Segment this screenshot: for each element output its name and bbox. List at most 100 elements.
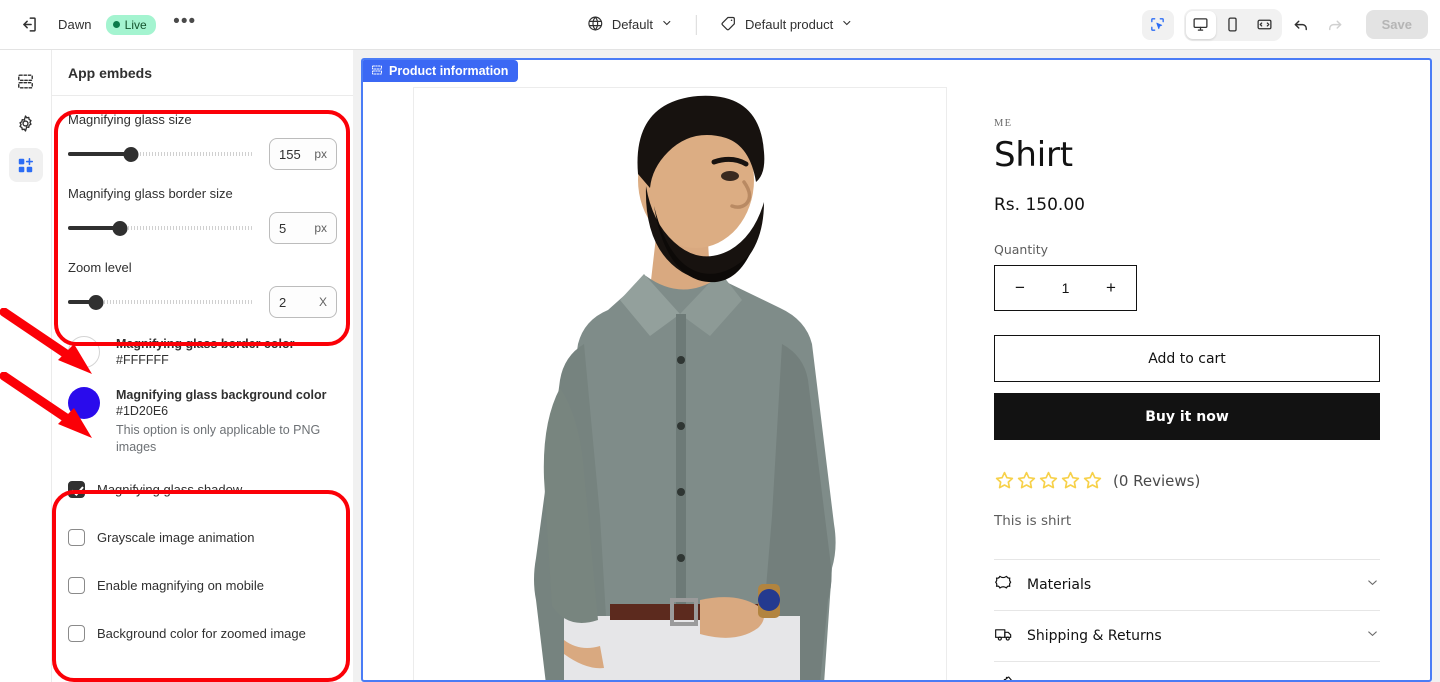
zoom-level-input[interactable]: 2 X xyxy=(269,286,337,318)
quantity-stepper[interactable]: − 1 + xyxy=(994,265,1137,311)
checkbox-magnifying-glass-shadow[interactable]: Magnifying glass shadow xyxy=(68,476,337,502)
truck-icon xyxy=(994,624,1014,649)
divider xyxy=(696,14,698,35)
top-bar: Dawn Live ••• Default Default product Sa… xyxy=(0,0,1440,50)
field-label: Magnifying glass size xyxy=(68,112,192,127)
color-title: Magnifying glass border color xyxy=(116,337,295,351)
checkbox-label: Magnifying glass shadow xyxy=(97,481,243,497)
slider-thumb[interactable] xyxy=(88,294,104,310)
locale-label: Default xyxy=(611,17,654,32)
star-icon xyxy=(1039,471,1058,489)
select-tool-icon[interactable] xyxy=(1141,9,1174,40)
color-meta: Magnifying glass background color #1D20E… xyxy=(116,387,326,456)
fullwidth-icon[interactable] xyxy=(1250,11,1280,39)
checkbox-icon[interactable] xyxy=(68,576,85,594)
more-options-button[interactable]: ••• xyxy=(170,10,200,40)
product-image[interactable] xyxy=(413,87,947,680)
chevron-down-icon xyxy=(1365,677,1380,680)
leather-icon xyxy=(994,573,1014,598)
mobile-icon[interactable] xyxy=(1218,11,1248,39)
slider-thumb[interactable] xyxy=(112,220,128,236)
checkbox-icon[interactable] xyxy=(68,480,85,498)
value: 155 xyxy=(279,146,301,162)
color-hex: #1D20E6 xyxy=(116,404,169,418)
globe-icon xyxy=(587,15,604,35)
magnifying-glass-border-color-swatch[interactable] xyxy=(68,336,100,368)
star-icon xyxy=(995,471,1014,489)
product-photo xyxy=(414,88,946,680)
color-title: Magnifying glass background color xyxy=(116,388,327,402)
save-button[interactable]: Save xyxy=(1365,10,1428,39)
ruler-icon xyxy=(994,675,1014,680)
field-zoom-level: Zoom level 2 X xyxy=(68,244,337,318)
magnifying-glass-background-color-swatch[interactable] xyxy=(68,387,100,419)
sidebar-item-app-embeds[interactable] xyxy=(8,148,43,182)
page-title: App embeds xyxy=(68,64,153,81)
quantity-increase-button[interactable]: + xyxy=(1102,278,1120,298)
quantity-decrease-button[interactable]: − xyxy=(1011,278,1029,298)
chevron-down-icon xyxy=(661,17,673,32)
star-icon xyxy=(1017,471,1036,489)
template-label: Default product xyxy=(745,17,834,32)
value: 2 xyxy=(279,294,287,310)
color-hex: #FFFFFF xyxy=(116,353,169,367)
product-page: ME Shirt Rs. 150.00 Quantity − 1 + Add t… xyxy=(363,60,1430,680)
color-help-text: This option is only applicable to PNG im… xyxy=(116,423,321,454)
section-label-product-information[interactable]: Product information xyxy=(363,60,519,82)
accordion-item-shipping-returns[interactable]: Shipping & Returns xyxy=(994,610,1380,661)
panel-header: App embeds xyxy=(52,50,353,96)
slider-fill xyxy=(68,152,131,156)
status-badge-label: Live xyxy=(124,17,147,32)
field-label: Zoom level xyxy=(68,260,132,275)
slider-row: 155 px xyxy=(68,138,337,170)
top-bar-left: Dawn Live ••• xyxy=(0,10,200,40)
checkbox-grayscale-image-animation[interactable]: Grayscale image animation xyxy=(68,524,337,550)
locale-selector[interactable]: Default xyxy=(578,10,682,40)
slider-thumb[interactable] xyxy=(123,146,139,162)
quantity-label: Quantity xyxy=(994,242,1049,257)
top-bar-right: Save xyxy=(1141,8,1428,41)
theme-name: Dawn xyxy=(58,17,92,32)
chevron-down-icon xyxy=(841,17,853,32)
magnifying-glass-size-input[interactable]: 155 px xyxy=(269,138,337,170)
zoom-level-slider[interactable] xyxy=(68,293,253,311)
accordion-label: Shipping & Returns xyxy=(1027,628,1162,644)
accordion-label: Materials xyxy=(1027,577,1092,593)
quantity-value[interactable]: 1 xyxy=(1062,280,1070,296)
sidebar-item-settings[interactable] xyxy=(9,106,43,140)
live-dot-icon xyxy=(112,21,120,28)
field-magnifying-glass-size: Magnifying glass size 155 px xyxy=(68,96,337,170)
preview-area: Product information ME Shirt Rs. 150.00 … xyxy=(353,50,1440,682)
accordion-item-materials[interactable]: Materials xyxy=(994,559,1380,610)
sidebar-item-sections[interactable] xyxy=(9,64,43,98)
color-meta: Magnifying glass border color #FFFFFF xyxy=(116,336,295,369)
checkbox-label: Enable magnifying on mobile xyxy=(97,577,264,593)
app-embeds-panel: App embeds Magnifying glass size 155 px … xyxy=(52,50,353,682)
add-to-cart-button[interactable]: Add to cart xyxy=(994,335,1380,382)
checkbox-background-color-for-zoomed-image[interactable]: Background color for zoomed image xyxy=(68,620,337,646)
checkbox-label: Grayscale image animation xyxy=(97,529,255,545)
exit-icon[interactable] xyxy=(14,10,44,40)
chevron-down-icon xyxy=(1365,626,1380,646)
magnifying-glass-border-size-input[interactable]: 5 px xyxy=(269,212,337,244)
product-title: Shirt xyxy=(994,135,1073,175)
field-magnifying-glass-border-size: Magnifying glass border size 5 px xyxy=(68,170,337,244)
field-label: Magnifying glass border size xyxy=(68,186,233,201)
undo-icon[interactable] xyxy=(1286,10,1316,40)
star-rating[interactable] xyxy=(994,470,1103,491)
status-badge: Live xyxy=(105,14,156,35)
buy-it-now-button[interactable]: Buy it now xyxy=(994,393,1380,440)
checkbox-icon[interactable] xyxy=(68,624,85,642)
accordion-item-dimensions[interactable]: Dimensions xyxy=(994,661,1380,680)
template-selector[interactable]: Default product xyxy=(711,10,862,40)
value: 5 xyxy=(279,220,287,236)
icon-rail xyxy=(0,50,52,682)
section-blocks-icon xyxy=(371,64,383,79)
slider-row: 2 X xyxy=(68,286,337,318)
magnifying-glass-border-size-slider[interactable] xyxy=(68,219,253,237)
product-accordion: Materials Shipping & Returns xyxy=(994,559,1380,680)
magnifying-glass-size-slider[interactable] xyxy=(68,145,253,163)
desktop-icon[interactable] xyxy=(1185,10,1216,39)
checkbox-enable-magnifying-on-mobile[interactable]: Enable magnifying on mobile xyxy=(68,572,337,598)
checkbox-icon[interactable] xyxy=(68,528,85,546)
